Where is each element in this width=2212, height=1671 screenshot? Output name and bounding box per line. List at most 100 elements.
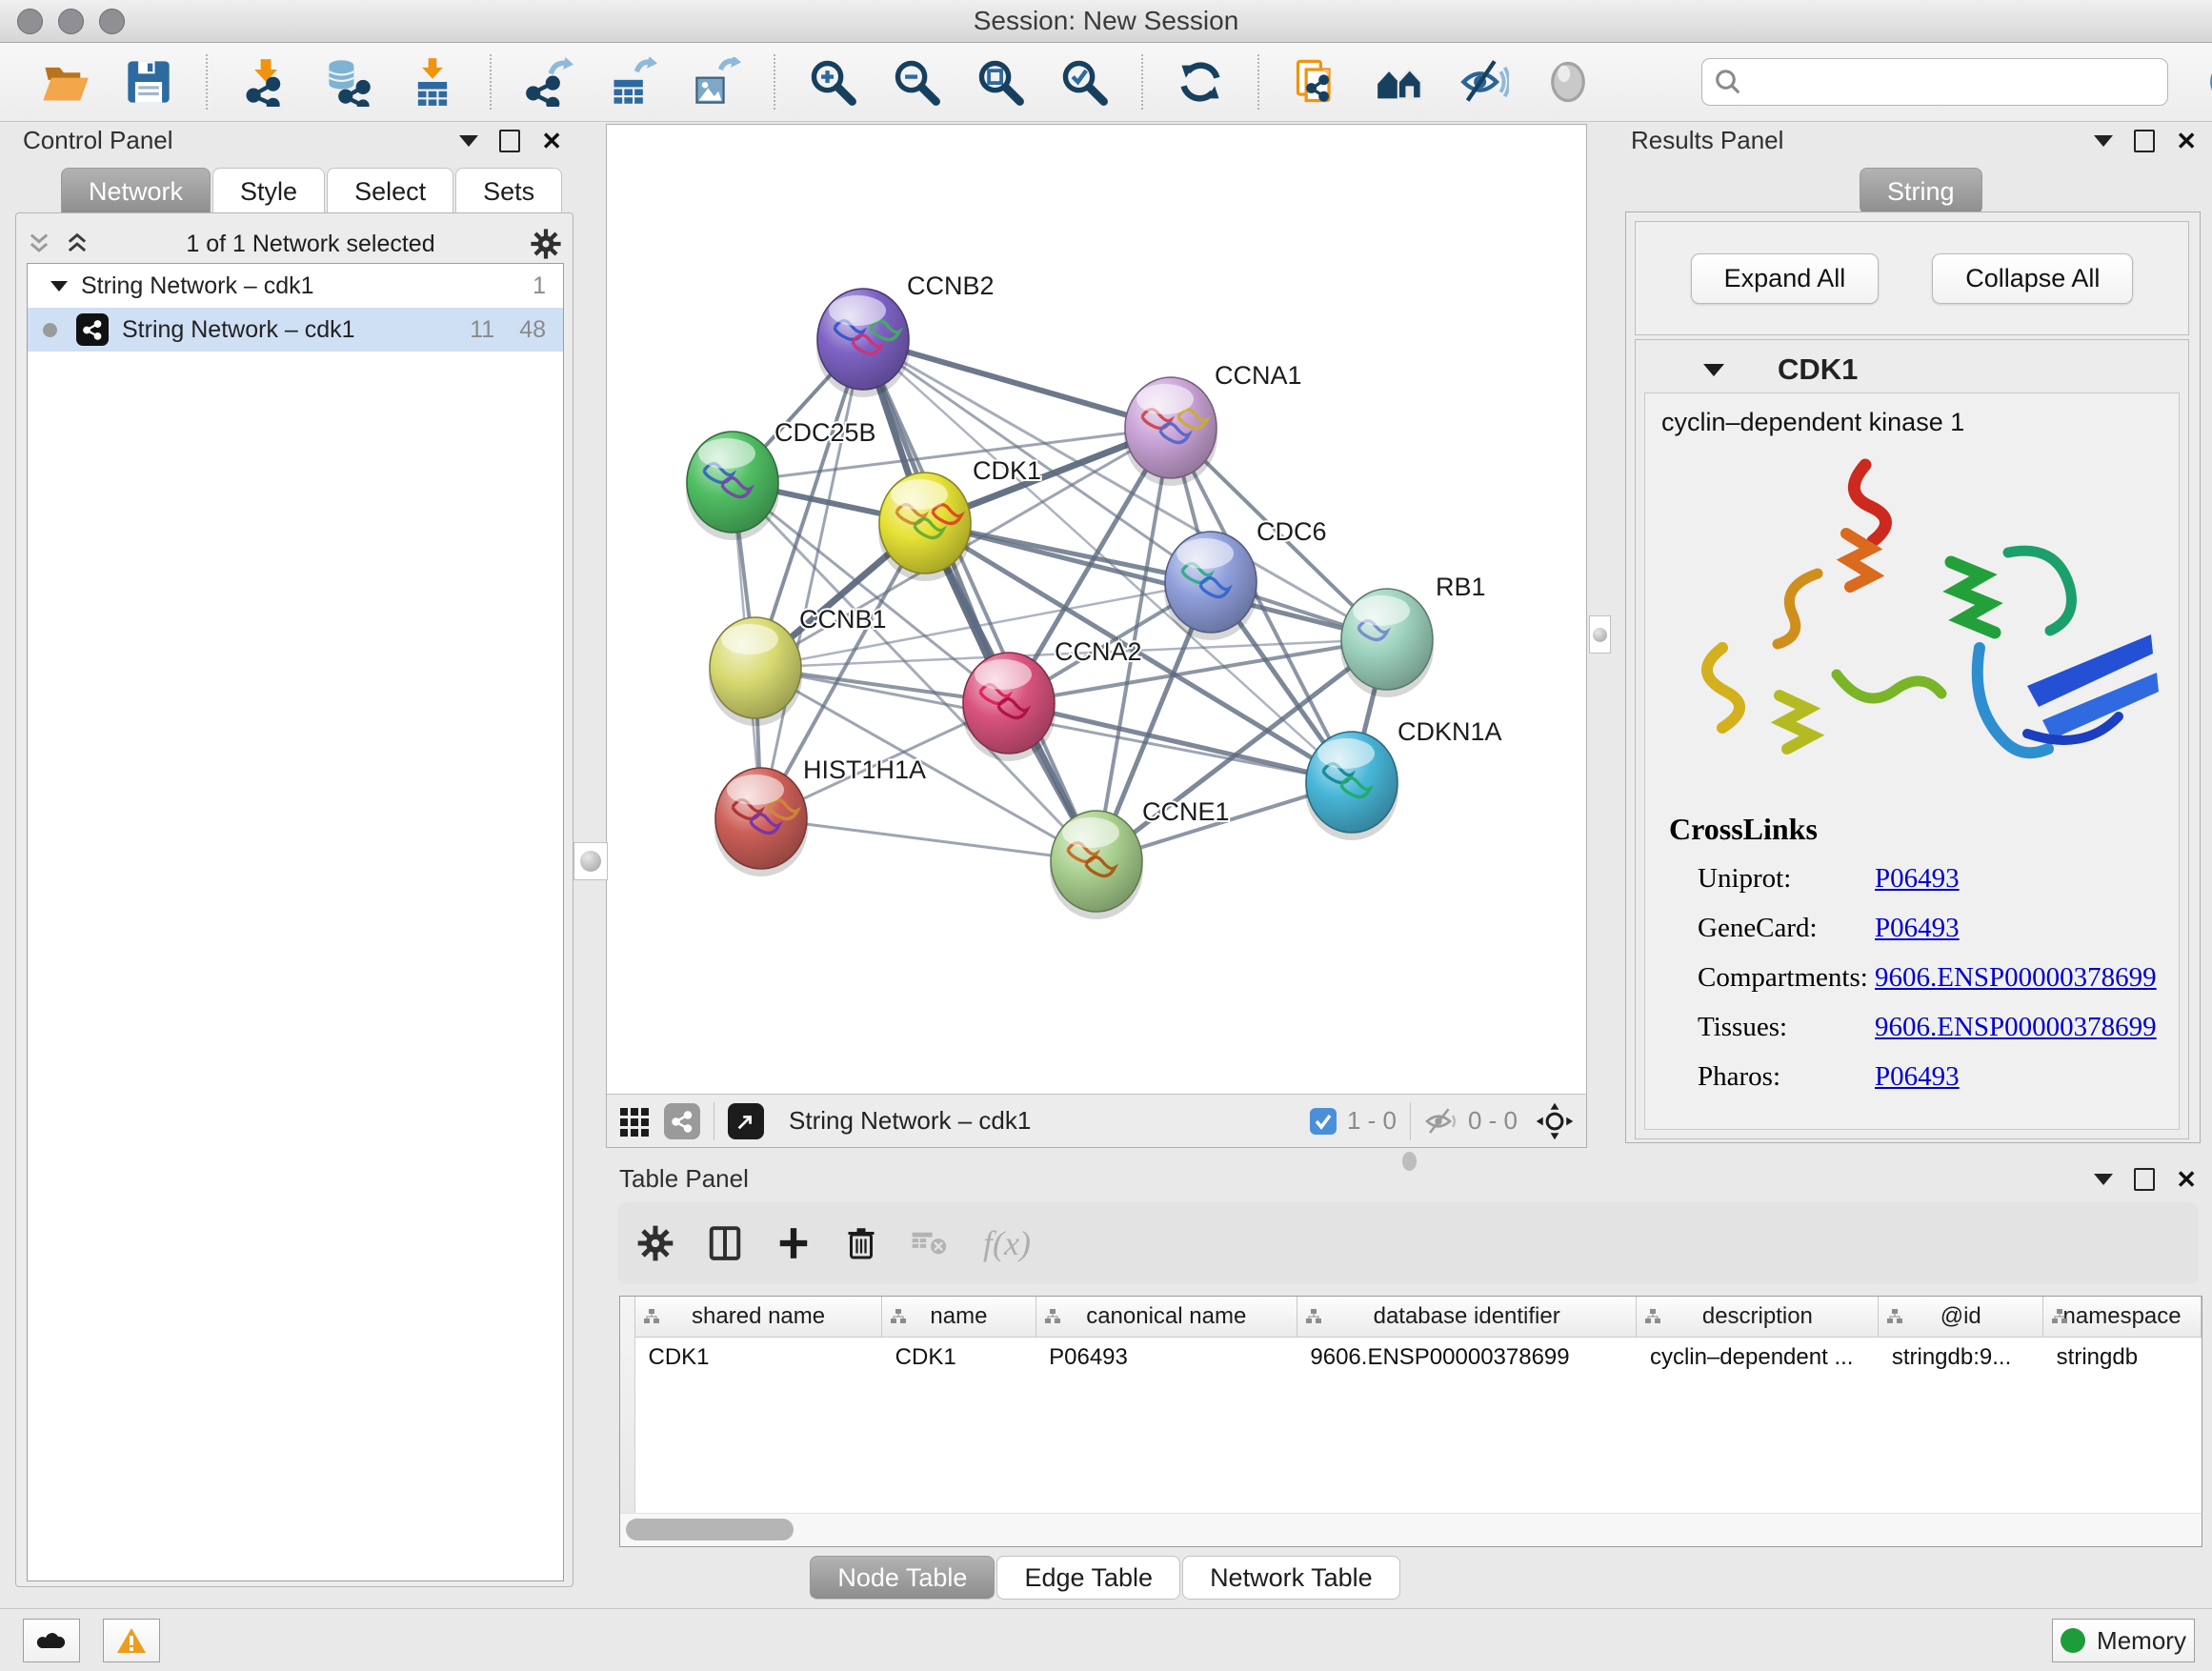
section-collapse-arrow-icon[interactable] xyxy=(1703,364,1724,376)
network-node-ccnb1[interactable]: CCNB1 xyxy=(709,605,887,726)
delete-column-trash-icon[interactable] xyxy=(844,1224,878,1262)
network-node-rb1[interactable]: RB1 xyxy=(1340,573,1486,697)
expand-all-button[interactable]: Expand All xyxy=(1691,253,1880,304)
memory-button[interactable]: Memory xyxy=(2052,1619,2195,1662)
cell-name[interactable]: CDK1 xyxy=(882,1338,1036,1379)
cell-description[interactable]: cyclin–dependent ... xyxy=(1637,1338,1879,1379)
birds-eye-navigator-icon[interactable] xyxy=(1535,1101,1575,1141)
export-table-icon[interactable] xyxy=(607,56,658,108)
clone-network-icon[interactable] xyxy=(1291,56,1342,108)
collapse-all-chevron-icon[interactable] xyxy=(25,231,53,257)
network-edge[interactable] xyxy=(1009,703,1352,782)
selected-items-checkbox-icon[interactable] xyxy=(1309,1107,1337,1136)
horizontal-scrollbar[interactable] xyxy=(620,1513,2202,1546)
tab-edge-table[interactable]: Edge Table xyxy=(996,1556,1180,1600)
float-panel-icon[interactable] xyxy=(2134,130,2155,152)
column-header[interactable]: description xyxy=(1637,1297,1879,1338)
tab-style[interactable]: Style xyxy=(212,168,325,214)
tab-sets[interactable]: Sets xyxy=(455,168,562,214)
zoom-out-icon[interactable] xyxy=(891,56,942,108)
maximize-window-button[interactable] xyxy=(99,9,125,34)
search-box[interactable] xyxy=(1701,58,2168,106)
network-view-canvas[interactable]: CCNB2CCNA1CDC25BCDK1CDC6RB1CCNB1CCNA2CDK… xyxy=(606,124,1587,1148)
export-image-icon[interactable] xyxy=(691,56,742,108)
network-row-selected[interactable]: String Network – cdk1 11 48 xyxy=(28,308,563,352)
hide-selected-eye-slash-icon[interactable] xyxy=(1458,56,1510,108)
apply-layout-refresh-icon[interactable] xyxy=(1175,56,1226,108)
warnings-button[interactable] xyxy=(103,1619,160,1662)
save-session-icon[interactable] xyxy=(123,56,174,108)
panel-menu-icon[interactable] xyxy=(459,135,478,147)
float-panel-icon[interactable] xyxy=(499,130,520,152)
table-options-gear-icon[interactable] xyxy=(636,1224,674,1262)
float-panel-icon[interactable] xyxy=(2134,1168,2155,1191)
crosslink-link[interactable]: 9606.ENSP00000378699 xyxy=(1875,1012,2157,1043)
network-graph[interactable]: CCNB2CCNA1CDC25BCDK1CDC6RB1CCNB1CCNA2CDK… xyxy=(607,125,1586,1094)
network-edge[interactable] xyxy=(761,339,863,818)
collapse-arrow-icon[interactable] xyxy=(50,281,68,292)
help-icon[interactable]: ? xyxy=(2206,56,2212,108)
network-options-gear-icon[interactable] xyxy=(530,228,562,260)
panel-menu-icon[interactable] xyxy=(2094,1174,2113,1185)
cell-database-identifier[interactable]: 9606.ENSP00000378699 xyxy=(1297,1338,1637,1379)
import-network-file-icon[interactable] xyxy=(239,56,291,108)
network-node-cdk1[interactable]: CDK1 xyxy=(878,456,1041,581)
hidden-items-eye-slash-icon[interactable] xyxy=(1424,1107,1458,1136)
cell-shared-name[interactable]: CDK1 xyxy=(635,1338,882,1379)
crosslink-link[interactable]: P06493 xyxy=(1875,913,1960,944)
tab-node-table[interactable]: Node Table xyxy=(810,1556,995,1600)
tab-network-table[interactable]: Network Table xyxy=(1182,1556,1400,1600)
network-node-hist1h1a[interactable]: HIST1H1A xyxy=(714,755,926,876)
column-header[interactable]: name xyxy=(882,1297,1036,1338)
tab-network[interactable]: Network xyxy=(61,168,211,214)
show-columns-icon[interactable] xyxy=(707,1224,743,1262)
minimize-window-button[interactable] xyxy=(58,9,84,34)
network-node-cdkn1a[interactable]: CDKN1A xyxy=(1305,717,1502,840)
expand-all-chevron-icon[interactable] xyxy=(63,231,91,257)
string-network-badge-icon[interactable] xyxy=(664,1103,700,1139)
network-edge[interactable] xyxy=(761,818,1096,861)
tab-select[interactable]: Select xyxy=(327,168,453,214)
column-header[interactable]: canonical name xyxy=(1036,1297,1297,1338)
column-header[interactable]: namespace xyxy=(2043,1297,2202,1338)
close-panel-icon[interactable]: ✕ xyxy=(2176,129,2197,153)
tab-string[interactable]: String xyxy=(1860,168,1982,214)
crosslink-link[interactable]: 9606.ENSP00000378699 xyxy=(1875,962,2157,994)
open-session-icon[interactable] xyxy=(39,56,90,108)
cloud-status-button[interactable] xyxy=(23,1619,80,1662)
zoom-in-icon[interactable] xyxy=(807,56,858,108)
crosslink-label: GeneCard: xyxy=(1698,913,1875,944)
grid-view-icon[interactable] xyxy=(618,1104,653,1138)
network-node-ccne1[interactable]: CCNE1 xyxy=(1050,797,1230,919)
network-node-cdc6[interactable]: CDC6 xyxy=(1164,517,1327,640)
crosslink-link[interactable]: P06493 xyxy=(1875,1061,1960,1093)
import-network-database-icon[interactable] xyxy=(323,56,374,108)
detach-view-icon[interactable] xyxy=(728,1103,764,1139)
selected-node-edge-counts: 1 - 0 xyxy=(1347,1106,1397,1136)
close-panel-icon[interactable]: ✕ xyxy=(2176,1167,2197,1192)
create-column-plus-icon[interactable] xyxy=(775,1224,812,1262)
column-header[interactable]: @id xyxy=(1879,1297,2043,1338)
close-panel-icon[interactable]: ✕ xyxy=(541,129,562,153)
right-splitter-handle[interactable] xyxy=(1589,615,1611,654)
column-header[interactable]: database identifier xyxy=(1297,1297,1637,1338)
home-icon[interactable] xyxy=(1375,56,1426,108)
column-header[interactable]: shared name xyxy=(635,1297,882,1338)
network-collection-row[interactable]: String Network – cdk1 1 xyxy=(28,264,563,308)
panel-menu-icon[interactable] xyxy=(2094,135,2113,147)
crosslink-link[interactable]: P06493 xyxy=(1875,863,1960,895)
cell-namespace[interactable]: stringdb xyxy=(2043,1338,2202,1379)
zoom-selected-icon[interactable] xyxy=(1058,56,1110,108)
export-network-icon[interactable] xyxy=(523,56,574,108)
scrollbar-thumb[interactable] xyxy=(626,1519,794,1540)
left-splitter-handle[interactable] xyxy=(573,842,608,880)
search-input[interactable] xyxy=(1742,67,2156,98)
cell-id[interactable]: stringdb:9... xyxy=(1879,1338,2043,1379)
cell-canonical-name[interactable]: P06493 xyxy=(1036,1338,1297,1379)
zoom-fit-icon[interactable] xyxy=(975,56,1026,108)
table-row[interactable]: CDK1 CDK1 P06493 9606.ENSP00000378699 cy… xyxy=(635,1338,2202,1379)
control-panel-title: Control Panel xyxy=(23,126,173,155)
collapse-all-button[interactable]: Collapse All xyxy=(1932,253,2133,304)
import-table-file-icon[interactable] xyxy=(407,56,458,108)
close-window-button[interactable] xyxy=(17,9,43,34)
